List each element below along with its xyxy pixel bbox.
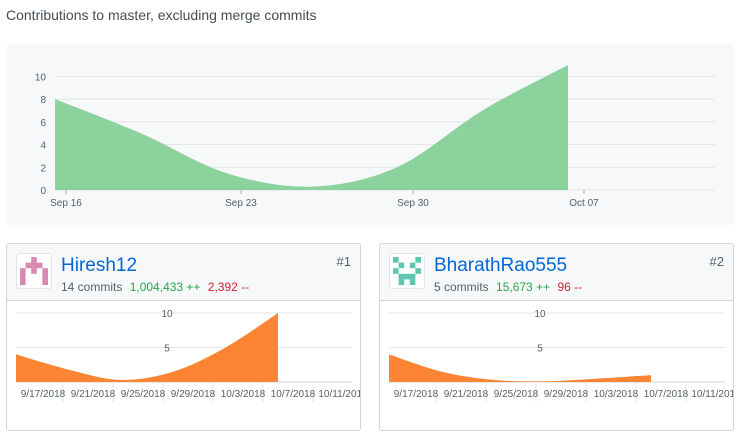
x-tick-label: 9/25/2018: [121, 389, 166, 400]
x-tick-label: 9/17/2018: [394, 389, 439, 400]
contributions-chart: 0 2 4 6 8 10 Sep 16 Sep 23 Sep 30 Oct 07: [6, 44, 735, 225]
contributor-username-link[interactable]: Hiresh12: [61, 255, 137, 277]
x-tick-label: 9/21/2018: [71, 389, 116, 400]
contributor-header: BharathRao555 5 commits 15,673 ++ 96 -- …: [380, 244, 733, 301]
commits-area: [389, 354, 651, 382]
graph-subtitle: Contributions to master, excluding merge…: [6, 7, 317, 23]
additions-count: 15,673 ++: [496, 280, 551, 294]
y-tick-label: 10: [534, 309, 546, 320]
contributor-stats: 5 commits 15,673 ++ 96 --: [434, 280, 582, 294]
contributor-chart: 5 10 9/17/2018 9/21/2018 9/25/2018 9/29/2018 1…: [16, 309, 361, 402]
y-tick-label: 6: [40, 118, 46, 129]
x-tick-label: 10/3/2018: [221, 389, 266, 400]
y-tick-label: 4: [40, 141, 46, 152]
contributor-rank: #2: [709, 254, 724, 269]
contributions-area: [55, 65, 568, 190]
y-tick-label: 2: [40, 163, 46, 174]
contributor-card: BharathRao555 5 commits 15,673 ++ 96 -- …: [379, 243, 734, 431]
x-tick-label: 9/29/2018: [544, 389, 589, 400]
contributor-username-link[interactable]: BharathRao555: [434, 255, 567, 277]
x-tick-label: 9/25/2018: [494, 389, 539, 400]
y-tick-label: 10: [35, 72, 47, 83]
y-tick-label: 8: [40, 95, 46, 106]
contributor-chart: 5 10 9/17/2018 9/21/2018 9/25/2018 9/29/2018 1…: [389, 309, 734, 402]
x-tick-label: Sep 23: [225, 198, 257, 209]
x-tick-label: 10/7/2018: [644, 389, 689, 400]
x-tick-label: 9/21/2018: [444, 389, 489, 400]
commit-count[interactable]: 5 commits: [434, 280, 489, 294]
x-tick-label: 10/11/2018: [691, 389, 734, 400]
avatar[interactable]: [389, 253, 425, 289]
contributor-card: Hiresh12 14 commits 1,004,433 ++ 2,392 -…: [6, 243, 361, 431]
identicon-icon: [393, 257, 421, 285]
x-tick-label: 9/17/2018: [21, 389, 66, 400]
y-tick-label: 0: [40, 186, 46, 197]
x-tick-label: Sep 16: [50, 198, 82, 209]
x-tick-label: 10/3/2018: [594, 389, 639, 400]
deletions-count: 2,392 --: [207, 280, 250, 294]
contributions-chart-svg: 0 2 4 6 8 10 Sep 16 Sep 23 Sep 30 Oct 07: [35, 65, 715, 209]
x-tick-label: Sep 30: [397, 198, 429, 209]
contributor-header: Hiresh12 14 commits 1,004,433 ++ 2,392 -…: [7, 244, 360, 301]
y-tick-label: 10: [161, 309, 173, 320]
x-tick-label: 9/29/2018: [171, 389, 216, 400]
deletions-count: 96 --: [557, 280, 583, 294]
commit-count[interactable]: 14 commits: [61, 280, 122, 294]
x-tick-label: 10/11/2018: [318, 389, 361, 400]
y-tick-label: 5: [537, 344, 543, 355]
x-tick-label: Oct 07: [569, 198, 599, 209]
contributor-stats: 14 commits 1,004,433 ++ 2,392 --: [61, 280, 249, 294]
additions-count: 1,004,433 ++: [129, 280, 201, 294]
x-tick-label: 10/7/2018: [271, 389, 316, 400]
avatar[interactable]: [16, 253, 52, 289]
y-tick-label: 5: [164, 344, 170, 355]
identicon-icon: [20, 257, 48, 285]
contributor-rank: #1: [336, 254, 351, 269]
